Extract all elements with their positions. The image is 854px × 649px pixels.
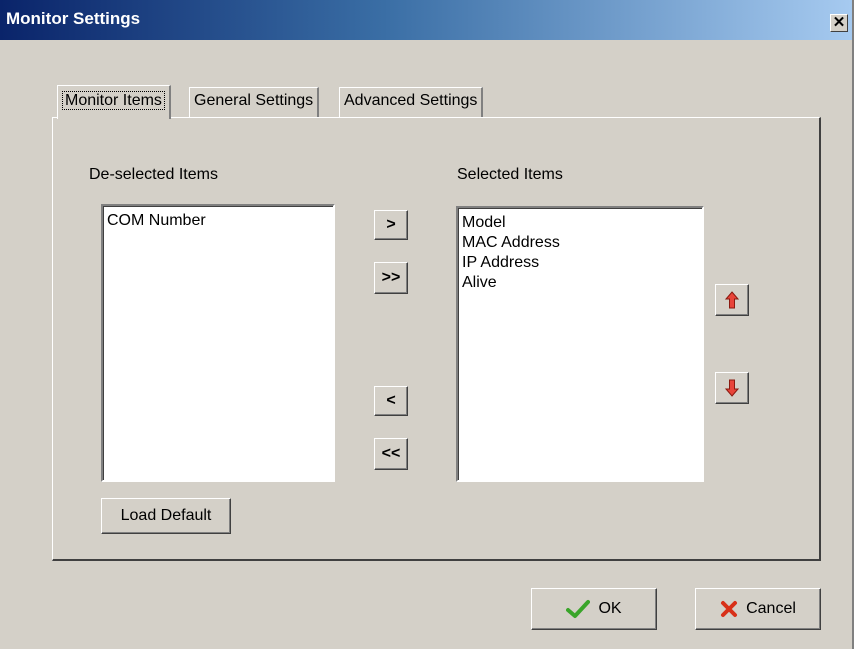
add-button[interactable]: > (374, 210, 408, 240)
ok-label: OK (598, 600, 622, 617)
checkmark-icon (566, 600, 591, 618)
title-bar[interactable]: Monitor Settings ✕ (0, 0, 852, 40)
remove-button[interactable]: < (374, 386, 408, 416)
close-icon: ✕ (832, 14, 846, 31)
close-button[interactable]: ✕ (830, 14, 848, 32)
tab-label: Monitor Items (62, 91, 165, 110)
tab-panel: De-selected Items Selected Items COM Num… (52, 117, 821, 561)
deselected-items-list[interactable]: COM Number (101, 204, 335, 482)
tab-label: General Settings (194, 92, 314, 109)
move-up-button[interactable] (715, 284, 749, 316)
tab-general-settings[interactable]: General Settings (189, 87, 320, 117)
deselected-items-label: De-selected Items (89, 166, 218, 183)
tab-monitor-items[interactable]: Monitor Items (57, 85, 171, 119)
cancel-button[interactable]: Cancel (695, 588, 821, 630)
tab-label: Advanced Settings (344, 92, 478, 109)
list-item[interactable]: COM Number (107, 211, 329, 231)
x-icon (721, 601, 738, 617)
arrow-down-icon (725, 379, 739, 397)
move-down-button[interactable] (715, 372, 749, 404)
window-title: Monitor Settings (6, 9, 141, 28)
tab-advanced-settings[interactable]: Advanced Settings (339, 87, 484, 117)
list-item[interactable]: MAC Address (462, 233, 698, 253)
list-item[interactable]: Model (462, 213, 698, 233)
arrow-up-icon (725, 291, 739, 309)
cancel-label: Cancel (746, 600, 796, 617)
load-default-button[interactable]: Load Default (101, 498, 231, 534)
list-item[interactable]: Alive (462, 273, 698, 293)
selected-items-label: Selected Items (457, 166, 563, 183)
ok-button[interactable]: OK (531, 588, 657, 630)
monitor-settings-dialog: Monitor Settings ✕ Monitor Items General… (0, 0, 854, 649)
list-item[interactable]: IP Address (462, 253, 698, 273)
selected-items-list[interactable]: Model MAC Address IP Address Alive (456, 206, 704, 482)
remove-all-button[interactable]: << (374, 438, 408, 470)
add-all-button[interactable]: >> (374, 262, 408, 294)
